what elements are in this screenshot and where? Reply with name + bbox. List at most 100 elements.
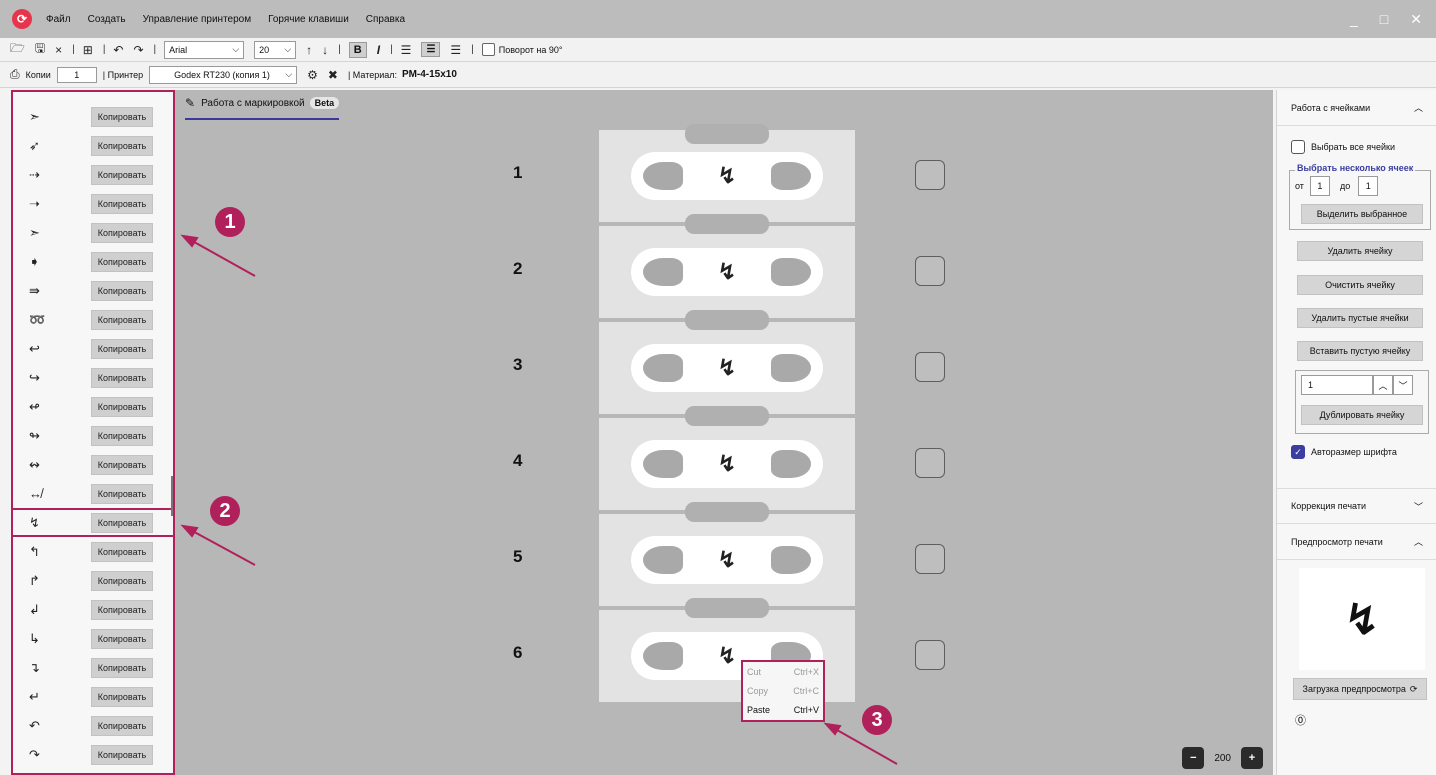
cell-checkbox[interactable] xyxy=(915,352,945,382)
context-menu-item-copy[interactable]: Copy Ctrl+C xyxy=(743,681,823,700)
rotate-checkbox[interactable] xyxy=(481,43,495,56)
minimize-icon[interactable]: _ xyxy=(1350,11,1358,28)
align-right-icon[interactable]: ☰ xyxy=(450,43,461,57)
cells-section-header[interactable]: Работа с ячейками ︿ xyxy=(1277,90,1436,126)
context-menu-item-cut[interactable]: Cut Ctrl+X xyxy=(743,662,823,681)
copy-button[interactable]: Копировать xyxy=(91,309,153,330)
bold-button[interactable]: B xyxy=(348,41,367,58)
copies-input[interactable]: 1 xyxy=(56,66,97,83)
copy-button[interactable]: Копировать xyxy=(91,222,153,243)
select-all-checkbox[interactable] xyxy=(1291,140,1305,154)
help-icon[interactable]: ⓪ xyxy=(1295,712,1306,728)
label-symbol: ↯ xyxy=(717,163,737,188)
copy-button[interactable]: Копировать xyxy=(91,744,153,765)
copy-button[interactable]: Копировать xyxy=(91,715,153,736)
copy-button[interactable]: Копировать xyxy=(91,657,153,678)
open-folder-icon[interactable]: 🗁 xyxy=(10,39,25,60)
save-icon[interactable]: 🖫 xyxy=(35,39,45,60)
menu-file[interactable]: Файл xyxy=(46,14,71,25)
marking-label[interactable]: ↯ xyxy=(599,226,855,318)
canvas-area[interactable]: ✎ Работа с маркировкой Beta 1 ↯ 2 ↯ 3 ↯ 4 ↯ 5 ↯ 6 ↯… xyxy=(175,90,1273,775)
copy-button[interactable]: Копировать xyxy=(91,106,153,127)
menu-create[interactable]: Создать xyxy=(88,14,126,25)
autosize-row[interactable]: ✓ Авторазмер шрифта xyxy=(1291,445,1397,459)
label-connector xyxy=(685,598,769,618)
copy-button[interactable]: Копировать xyxy=(91,628,153,649)
context-menu-item-paste[interactable]: Paste Ctrl+V xyxy=(743,700,823,719)
marking-label[interactable]: ↯ xyxy=(599,418,855,510)
copy-button[interactable]: Копировать xyxy=(91,251,153,272)
zoom-in-icon[interactable]: + xyxy=(1241,747,1263,769)
redo-icon[interactable]: ↷ xyxy=(133,43,143,57)
copy-button[interactable]: Копировать xyxy=(91,396,153,417)
cell-number: 4 xyxy=(513,451,523,470)
duplicate-count-input[interactable]: 1 xyxy=(1301,375,1373,395)
symbol-glyph: ➿ xyxy=(29,311,46,327)
chevron-up-icon[interactable]: ︿ xyxy=(1373,375,1393,395)
printer-icon[interactable]: ⎙ xyxy=(10,67,20,82)
menu-help[interactable]: Справка xyxy=(366,14,405,25)
font-select[interactable]: Arial ⌵ xyxy=(164,40,245,59)
copy-button[interactable]: Копировать xyxy=(91,164,153,185)
print-correction-header[interactable]: Коррекция печати ﹀ xyxy=(1277,488,1436,524)
menu-hotkeys[interactable]: Горячие клавиши xyxy=(268,14,349,25)
symbol-list-panel[interactable]: ➣ Копировать ➶ Копировать ⇢ Копировать ➝ Копиро… xyxy=(11,90,175,775)
symbol-glyph: ↶ xyxy=(29,717,40,733)
copy-button[interactable]: Копировать xyxy=(91,541,153,562)
italic-button[interactable]: I xyxy=(377,43,380,57)
menu-printer-management[interactable]: Управление принтером xyxy=(143,14,251,25)
arrow-up-icon[interactable]: ↑ xyxy=(306,43,312,57)
to-input[interactable]: 1 xyxy=(1358,176,1379,196)
cell-checkbox[interactable] xyxy=(915,256,945,286)
copy-button[interactable]: Копировать xyxy=(91,686,153,707)
close-icon[interactable]: ✕ xyxy=(1410,11,1422,28)
print-preview-header[interactable]: Предпросмотр печати ︿ xyxy=(1277,524,1436,560)
cell-checkbox[interactable] xyxy=(915,160,945,190)
maximize-icon[interactable]: □ xyxy=(1380,11,1388,28)
chevron-down-icon[interactable]: ﹀ xyxy=(1393,375,1413,395)
clear-cell-button[interactable]: Очистить ячейку xyxy=(1297,275,1423,295)
copy-button[interactable]: Копировать xyxy=(91,135,153,156)
copy-button[interactable]: Копировать xyxy=(91,367,153,388)
copy-button[interactable]: Копировать xyxy=(91,425,153,446)
copy-button[interactable]: Копировать xyxy=(91,193,153,214)
highlight-selected-button[interactable]: Выделить выбранное xyxy=(1301,204,1423,224)
font-size-select[interactable]: 20 ⌵ xyxy=(254,40,297,59)
printer-select[interactable]: Godex RT230 (копия 1) ⌵ xyxy=(149,65,298,84)
symbol-glyph: ↮ xyxy=(29,486,42,501)
delete-empty-cells-button[interactable]: Удалить пустые ячейки xyxy=(1297,308,1423,328)
copy-button[interactable]: Копировать xyxy=(91,599,153,620)
range-group-title: Выбрать несколько ячеек xyxy=(1295,163,1416,173)
label-connector xyxy=(685,124,769,144)
copy-button[interactable]: Копировать xyxy=(91,454,153,475)
duplicate-cell-button[interactable]: Дублировать ячейку xyxy=(1301,405,1423,425)
copy-button[interactable]: Копировать xyxy=(91,512,153,533)
arrow-down-icon[interactable]: ↓ xyxy=(322,43,328,57)
select-all-row[interactable]: Выбрать все ячейки xyxy=(1291,140,1395,154)
tab-marking[interactable]: ✎ Работа с маркировкой Beta xyxy=(185,96,340,120)
tools-icon[interactable]: ✖ xyxy=(328,68,338,82)
cell-checkbox[interactable] xyxy=(915,544,945,574)
undo-icon[interactable]: ↶ xyxy=(113,43,123,57)
copy-button[interactable]: Копировать xyxy=(91,338,153,359)
marking-label[interactable]: ↯ xyxy=(599,514,855,606)
zoom-out-icon[interactable]: − xyxy=(1182,747,1205,769)
copy-button[interactable]: Копировать xyxy=(91,483,153,504)
copy-button[interactable]: Копировать xyxy=(91,280,153,301)
align-left-icon[interactable]: ☰ xyxy=(401,43,412,57)
delete-icon[interactable]: × xyxy=(55,43,62,57)
align-center-icon[interactable]: ☰ xyxy=(421,42,441,57)
autosize-checkbox[interactable]: ✓ xyxy=(1291,445,1305,459)
insert-empty-cell-button[interactable]: Вставить пустую ячейку xyxy=(1297,341,1423,361)
from-input[interactable]: 1 xyxy=(1309,176,1330,196)
gear-icon[interactable]: ⚙ xyxy=(307,68,318,82)
marking-label[interactable]: ↯ xyxy=(599,322,855,414)
scrollbar[interactable] xyxy=(171,476,173,516)
cell-checkbox[interactable] xyxy=(915,640,945,670)
load-preview-button[interactable]: Загрузка предпросмотра ⟳ xyxy=(1293,678,1427,700)
symbol-glyph: ↷ xyxy=(29,746,40,762)
cell-checkbox[interactable] xyxy=(915,448,945,478)
delete-cell-button[interactable]: Удалить ячейку xyxy=(1297,241,1423,261)
table-icon[interactable]: ⊞ xyxy=(83,43,93,57)
copy-button[interactable]: Копировать xyxy=(91,570,153,591)
